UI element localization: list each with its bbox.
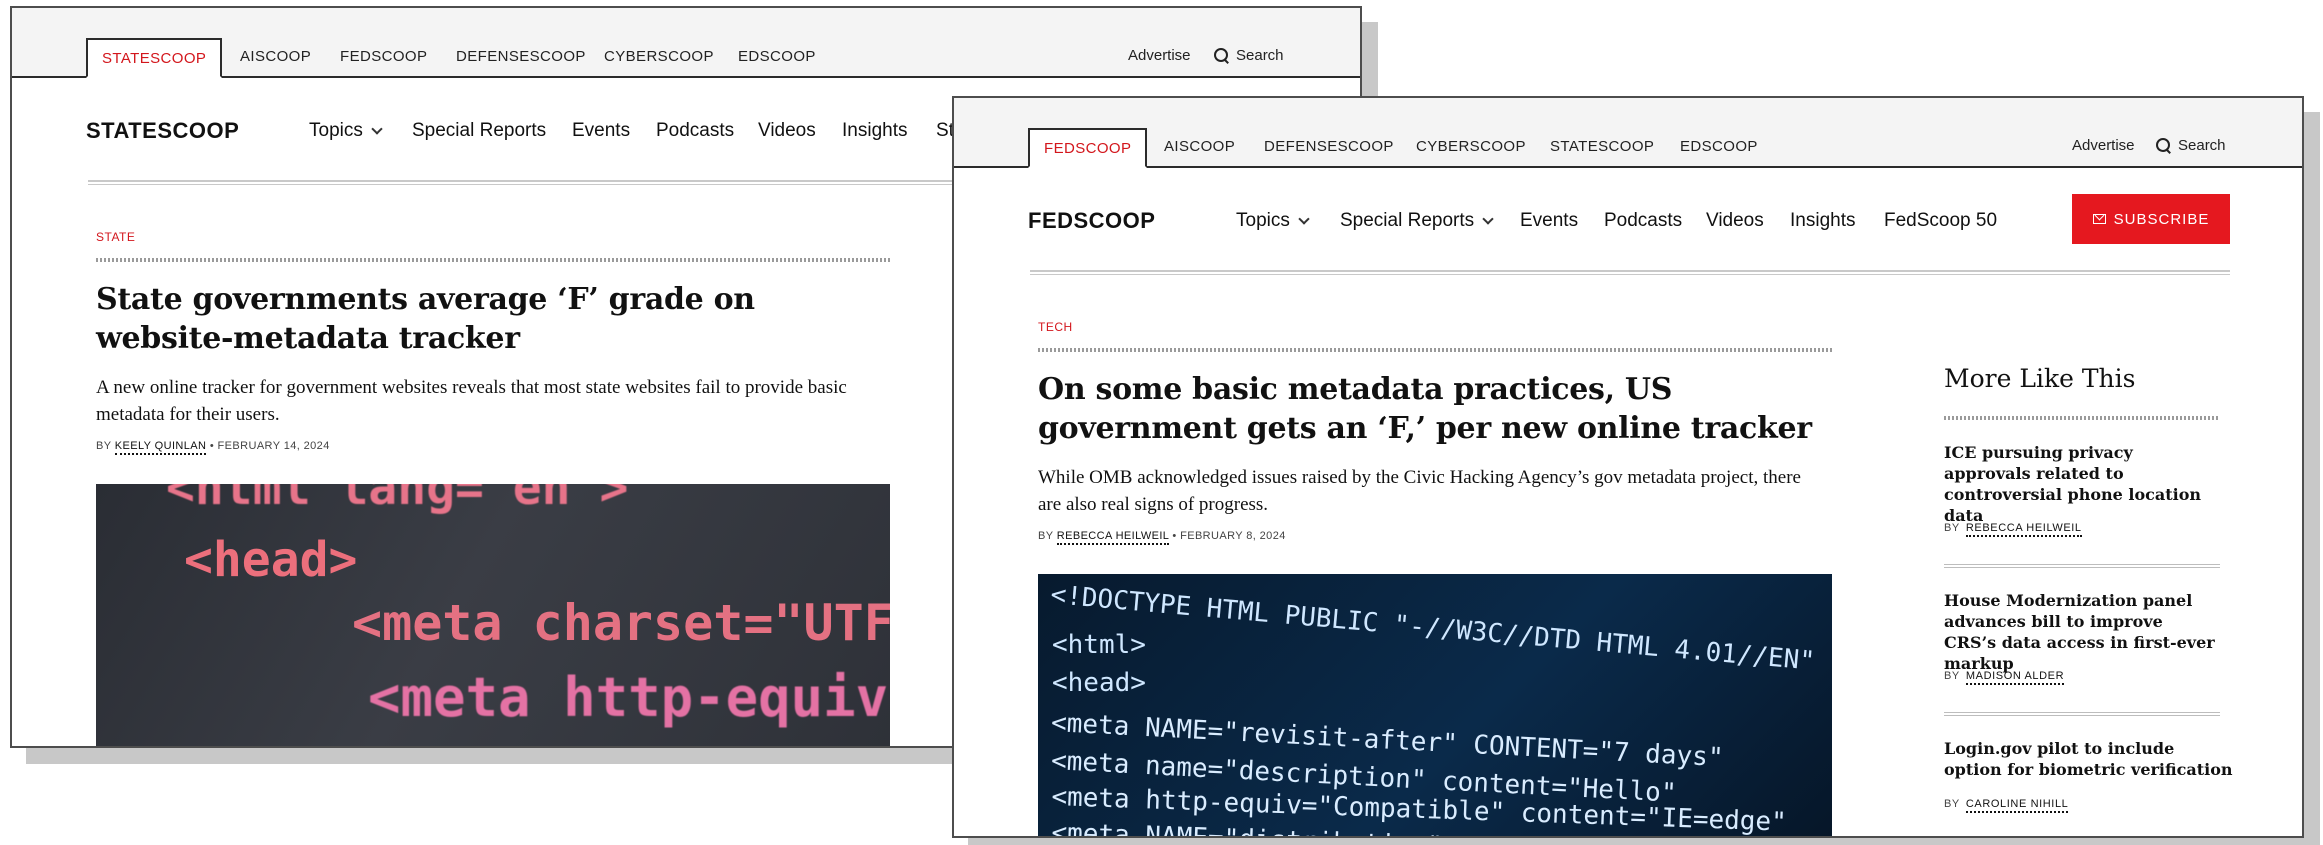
nav-special-reports[interactable]: Special Reports — [412, 120, 546, 142]
byline-prefix: BY — [1038, 530, 1054, 542]
sidebar-divider — [1944, 564, 2220, 568]
chevron-down-icon — [1298, 212, 1310, 225]
byline-prefix: BY — [1944, 522, 1960, 534]
nav-fedscoop-50[interactable]: FedScoop 50 — [1884, 210, 1997, 232]
nav-special-reports[interactable]: Special Reports — [1340, 210, 1494, 232]
code-line: <html lang="en"> — [166, 484, 629, 516]
nav-topics[interactable]: Topics — [1236, 210, 1310, 232]
sidebar-byline: BY MADISON ALDER — [1944, 670, 2065, 685]
advertise-link[interactable]: Advertise — [1128, 36, 1191, 76]
author-link[interactable]: MADISON ALDER — [1965, 670, 2065, 685]
hero-image-code: <!DOCTYPE HTML PUBLIC "-//W3C//DTD HTML … — [1038, 574, 1832, 836]
tab-cyberscoop[interactable]: CYBERSCOOP — [1402, 128, 1540, 168]
nav-topics[interactable]: Topics — [309, 120, 383, 142]
article-byline: BY KEELY QUINLAN • FEBRUARY 14, 2024 — [96, 440, 330, 455]
advertise-link[interactable]: Advertise — [2072, 126, 2135, 166]
search-button[interactable]: Search — [1214, 36, 1284, 76]
nav-topics-label: Topics — [1236, 210, 1290, 231]
nav-events[interactable]: Events — [1520, 210, 1578, 232]
article-kicker[interactable]: TECH — [1038, 320, 1073, 334]
article-dek: A new online tracker for government webs… — [96, 377, 847, 425]
network-tab-bar: STATESCOOP AISCOOP FEDSCOOP DEFENSESCOOP… — [12, 8, 1360, 78]
nav-topics-label: Topics — [309, 120, 363, 141]
sidebar-article-link[interactable]: Login.gov pilot to include option for bi… — [1944, 738, 2234, 780]
chevron-down-icon — [371, 122, 383, 135]
byline-prefix: BY — [1944, 798, 1960, 810]
nav-special-reports-label: Special Reports — [1340, 210, 1475, 231]
network-tab-bar: FEDSCOOP AISCOOP DEFENSESCOOP CYBERSCOOP… — [954, 98, 2302, 168]
statescoop-logo[interactable]: STATESCOOP — [86, 118, 239, 144]
sidebar-article-link[interactable]: ICE pursuing privacy approvals related t… — [1944, 442, 2204, 526]
sidebar-title-divider — [1944, 416, 2220, 420]
article-headline: State governments average ‘F’ grade on w… — [96, 282, 755, 356]
article-byline: BY REBECCA HEILWEIL • FEBRUARY 8, 2024 — [1038, 530, 1286, 545]
sidebar-title: More Like This — [1944, 364, 2136, 393]
code-line: <meta http-equiv — [368, 666, 889, 729]
tab-statescoop[interactable]: STATESCOOP — [1536, 128, 1668, 168]
tab-edscoop[interactable]: EDSCOOP — [1666, 128, 1772, 168]
publish-date: • FEBRUARY 8, 2024 — [1172, 530, 1286, 542]
nav-podcasts[interactable]: Podcasts — [1604, 210, 1682, 232]
nav-divider — [1030, 270, 2230, 275]
nav-events[interactable]: Events — [572, 120, 630, 142]
author-link[interactable]: CAROLINE NIHILL — [1965, 798, 2069, 813]
author-link[interactable]: KEELY QUINLAN — [114, 440, 207, 455]
fedscoop-browser-window: FEDSCOOP AISCOOP DEFENSESCOOP CYBERSCOOP… — [952, 96, 2304, 838]
article-headline: On some basic metadata practices, US gov… — [1038, 372, 1812, 446]
kicker-divider — [1038, 348, 1832, 352]
nav-videos[interactable]: Videos — [758, 120, 816, 142]
tab-statescoop[interactable]: STATESCOOP — [86, 38, 223, 78]
sidebar-byline: BY REBECCA HEILWEIL — [1944, 522, 2082, 537]
code-line: <head> — [1052, 668, 1146, 698]
publish-date: • FEBRUARY 14, 2024 — [209, 440, 330, 452]
search-icon — [1214, 48, 1230, 64]
tab-defensescoop[interactable]: DEFENSESCOOP — [1250, 128, 1408, 168]
search-label: Search — [1236, 47, 1284, 64]
chevron-down-icon — [1482, 212, 1494, 225]
code-line: <meta charset="UTF-8"> — [352, 594, 890, 652]
sidebar-divider — [1944, 712, 2220, 716]
nav-insights[interactable]: Insights — [1790, 210, 1855, 232]
article-kicker[interactable]: STATE — [96, 230, 135, 244]
kicker-divider — [96, 258, 890, 262]
search-button[interactable]: Search — [2156, 126, 2226, 166]
code-line: <head> — [184, 532, 358, 588]
search-icon — [2156, 138, 2172, 154]
nav-videos[interactable]: Videos — [1706, 210, 1764, 232]
tab-defensescoop[interactable]: DEFENSESCOOP — [442, 38, 600, 78]
tab-cyberscoop[interactable]: CYBERSCOOP — [590, 38, 728, 78]
fedscoop-logo[interactable]: FEDSCOOP — [1028, 208, 1155, 234]
tab-aiscoop[interactable]: AISCOOP — [226, 38, 325, 78]
article-dek: While OMB acknowledged issues raised by … — [1038, 467, 1801, 515]
hero-image-code: <html lang="en"> <head> <meta charset="U… — [96, 484, 890, 746]
nav-insights[interactable]: Insights — [842, 120, 907, 142]
sidebar-byline: BY CAROLINE NIHILL — [1944, 798, 2069, 813]
tab-fedscoop[interactable]: FEDSCOOP — [1028, 128, 1148, 168]
byline-prefix: BY — [96, 440, 112, 452]
tab-fedscoop[interactable]: FEDSCOOP — [326, 38, 441, 78]
mail-icon — [2092, 214, 2106, 224]
sidebar-article-link[interactable]: House Modernization panel advances bill … — [1944, 590, 2220, 674]
code-line: <html> — [1052, 630, 1146, 660]
author-link[interactable]: REBECCA HEILWEIL — [1965, 522, 2082, 537]
main-navigation: FEDSCOOP Topics Special Reports Events P… — [954, 168, 2302, 278]
subscribe-button[interactable]: SUBSCRIBE — [2072, 194, 2230, 244]
nav-podcasts[interactable]: Podcasts — [656, 120, 734, 142]
author-link[interactable]: REBECCA HEILWEIL — [1056, 530, 1169, 545]
search-label: Search — [2178, 137, 2226, 154]
subscribe-label: SUBSCRIBE — [2113, 210, 2210, 228]
byline-prefix: BY — [1944, 670, 1960, 682]
tab-aiscoop[interactable]: AISCOOP — [1150, 128, 1249, 168]
code-line: <!DOCTYPE HTML PUBLIC "-//W3C//DTD HTML … — [1049, 580, 1832, 699]
tab-edscoop[interactable]: EDSCOOP — [724, 38, 830, 78]
